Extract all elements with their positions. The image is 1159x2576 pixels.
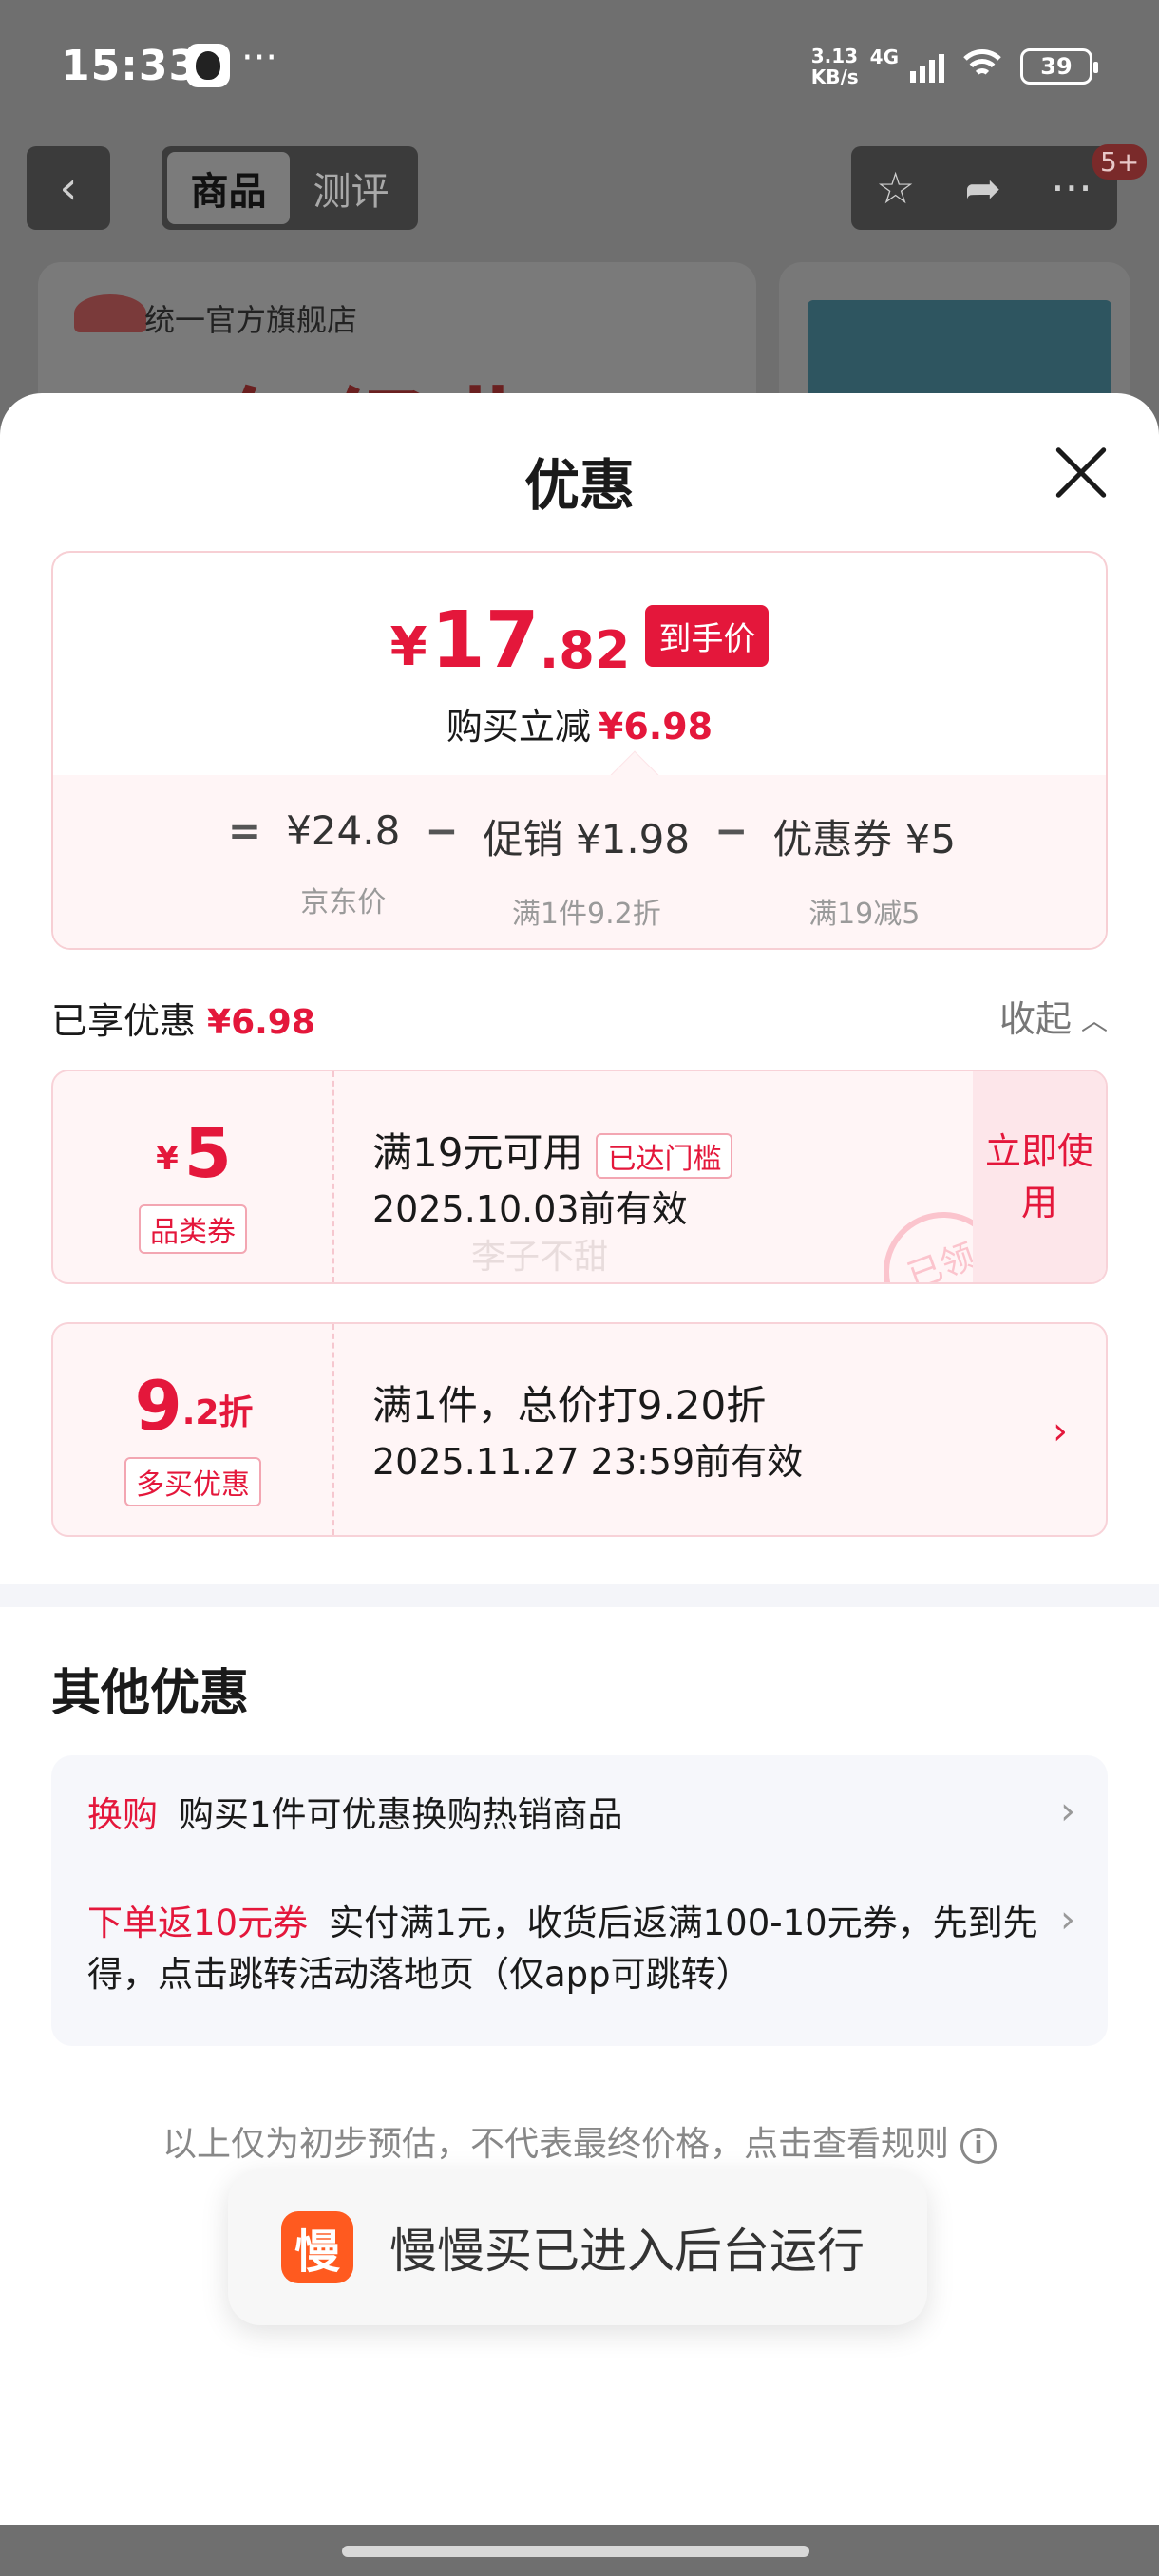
coupon-left: ¥ 5 品类券 xyxy=(53,1071,334,1282)
final-price-integer: 17 xyxy=(430,596,540,686)
saving-value: ¥6.98 xyxy=(598,706,713,748)
discount-sheet: 优惠 ¥ 17 .82 到手价 购买立减¥6.98 = ¥24.8 京东价 − xyxy=(0,393,1159,2525)
chevron-right-icon[interactable]: › xyxy=(1060,1898,1075,1941)
more-notifications-icon: ··· xyxy=(241,36,278,80)
tab-product[interactable]: 商品 xyxy=(167,152,290,224)
battery-icon: 39 xyxy=(1020,48,1098,85)
promotion-value: 促销 ¥1.98 xyxy=(483,816,691,862)
section-divider xyxy=(0,1584,1159,1607)
network-type: 4G xyxy=(869,46,899,68)
jd-price-value: ¥24.8 xyxy=(286,807,401,854)
enjoyed-label: 已享优惠 ¥6.98 xyxy=(51,992,315,1044)
chevron-right-icon: › xyxy=(1053,1410,1068,1453)
list-item-trade-in[interactable]: 换购 购买1件可优惠换购热销商品 xyxy=(87,1790,1041,1841)
coupon-label: 满19减5 xyxy=(808,898,921,931)
disclaimer-text: 以上仅为初步预估，不代表最终价格，点击查看规则 xyxy=(162,2125,949,2164)
formula-item-jd-price: ¥24.8 京东价 xyxy=(286,807,400,920)
watermark: 李子不甜 xyxy=(471,1238,609,1277)
coupon-amount-value: 5 xyxy=(183,1113,232,1193)
price-top: ¥ 17 .82 到手价 购买立减 ¥6.98 xyxy=(53,553,1106,775)
trade-in-text: 购买1件可优惠换购热销商品 xyxy=(179,1794,623,1835)
coupon-type-badge: 品类券 xyxy=(139,1204,247,1254)
coupon-amount: ¥ 5 xyxy=(53,1119,334,1187)
back-button[interactable]: ‹ xyxy=(27,146,110,230)
category-coupon: ¥ 5 品类券 满19元可用 已达门槛 2025.10.03前有效 李子不甜 已领… xyxy=(51,1070,1108,1284)
price-summary-card: ¥ 17 .82 到手价 购买立减 ¥6.98 = ¥24.8 京东价 − 促销 … xyxy=(51,551,1108,950)
chevron-left-icon: ‹ xyxy=(59,161,78,215)
formula-item-coupon: 优惠券 ¥5 满19减5 xyxy=(772,807,956,932)
wifi-icon xyxy=(956,47,1009,85)
coupon-condition-text: 满19元可用 xyxy=(372,1129,583,1176)
equals-sign: = xyxy=(227,807,262,854)
tab-review[interactable]: 测评 xyxy=(290,152,412,224)
final-price-tag: 到手价 xyxy=(645,605,770,667)
multi-buy-discount[interactable]: 9 .2折 多买优惠 满1件，总价打9.20折 2025.11.27 23:59… xyxy=(51,1322,1108,1537)
final-price-currency: ¥ xyxy=(390,616,428,678)
formula-item-promotion: 促销 ¥1.98 满1件9.2折 xyxy=(484,807,691,932)
disclaimer[interactable]: 以上仅为初步预估，不代表最终价格，点击查看规则 i xyxy=(0,2116,1159,2166)
use-now-button[interactable]: 立即使用 xyxy=(973,1071,1106,1282)
other-discounts-title: 其他优惠 xyxy=(51,1665,250,1722)
enjoyed-label-text: 已享优惠 xyxy=(51,1000,197,1042)
shop-name: 统一官方旗舰店 xyxy=(144,302,358,338)
net-speed-unit: KB/s xyxy=(810,66,859,88)
chevron-up-icon: ︿ xyxy=(1080,1005,1108,1036)
coupon-condition: 满19元可用 已达门槛 xyxy=(372,1121,733,1179)
qq-notification-icon xyxy=(186,44,230,87)
coupon-value: 优惠券 ¥5 xyxy=(772,816,957,862)
status-time: 15:33 xyxy=(61,42,200,90)
nav-actions: ☆ ➦ ··· xyxy=(851,146,1117,230)
promotion-label: 满1件9.2折 xyxy=(511,898,661,931)
other-discounts-box: 换购 购买1件可优惠换购热销商品 › 下单返10元券 实付满1元，收货后返满100-… xyxy=(51,1755,1108,2046)
discount-expiry: 2025.11.27 23:59前有效 xyxy=(372,1441,804,1483)
coupon-left: 9 .2折 多买优惠 xyxy=(53,1324,334,1535)
message-badge: 5+ xyxy=(1092,144,1148,180)
discount-amount-suffix: .2折 xyxy=(181,1393,254,1432)
final-price-decimal: .82 xyxy=(539,620,631,680)
chevron-right-icon[interactable]: › xyxy=(1060,1790,1075,1833)
threshold-badge: 已达门槛 xyxy=(596,1132,733,1179)
sheet-title: 优惠 xyxy=(523,453,635,518)
share-icon[interactable]: ➦ xyxy=(964,162,1001,214)
formula-row: = ¥24.8 京东价 − 促销 ¥1.98 满1件9.2折 − 优惠券 ¥5 … xyxy=(53,807,1106,932)
background-running-toast: 慢 慢慢买已进入后台运行 xyxy=(228,2169,927,2325)
list-item-cashback-coupon[interactable]: 下单返10元券 实付满1元，收货后返满100-10元券，先到先得，点击跳转活动落地… xyxy=(87,1898,1041,2000)
collapse-button[interactable]: 收起 ︿ xyxy=(999,990,1108,1042)
status-indicators: 3.13 KB/s 4G 39 xyxy=(811,46,1098,87)
enjoyed-value: ¥6.98 xyxy=(207,1003,315,1042)
page-tabs: 商品 测评 xyxy=(162,146,418,230)
discount-type-badge: 多买优惠 xyxy=(124,1457,261,1506)
more-icon[interactable]: ··· xyxy=(1051,162,1092,214)
minus-sign: − xyxy=(425,807,459,854)
close-icon[interactable] xyxy=(1053,445,1110,502)
cashback-tag: 下单返10元券 xyxy=(87,1903,309,1943)
coupon-expiry: 2025.10.03前有效 xyxy=(372,1188,688,1230)
discount-amount: 9 .2折 xyxy=(53,1372,334,1440)
jd-price-label: 京东价 xyxy=(300,886,387,919)
coupon-currency: ¥ xyxy=(156,1140,179,1178)
price-formula: = ¥24.8 京东价 − 促销 ¥1.98 满1件9.2折 − 优惠券 ¥5 … xyxy=(53,775,1106,948)
saving-label: 购买立减 xyxy=(446,706,591,748)
home-indicator[interactable] xyxy=(342,2546,809,2557)
toast-text: 慢慢买已进入后台运行 xyxy=(390,2224,864,2279)
trade-in-tag: 换购 xyxy=(87,1794,158,1835)
info-icon[interactable]: i xyxy=(960,2128,997,2164)
signal-icon xyxy=(910,50,944,83)
final-price: ¥ 17 .82 到手价 xyxy=(53,602,1106,680)
discount-amount-value: 9 xyxy=(134,1366,182,1446)
net-speed: 3.13 KB/s xyxy=(811,46,859,87)
manmanbuy-app-icon: 慢 xyxy=(281,2211,353,2283)
shop-logo xyxy=(74,294,146,332)
enjoyed-discount-row: 已享优惠 ¥6.98 收起 ︿ xyxy=(51,986,1108,1043)
saving-line: 购买立减 ¥6.98 xyxy=(53,697,1106,749)
net-speed-value: 3.13 xyxy=(810,45,859,67)
minus-sign: − xyxy=(714,807,749,854)
star-icon[interactable]: ☆ xyxy=(876,162,915,214)
discount-condition: 满1件，总价打9.20折 xyxy=(372,1382,767,1429)
status-bar: 15:33 ··· 3.13 KB/s 4G 39 xyxy=(0,0,1159,133)
collapse-label: 收起 xyxy=(998,998,1072,1040)
